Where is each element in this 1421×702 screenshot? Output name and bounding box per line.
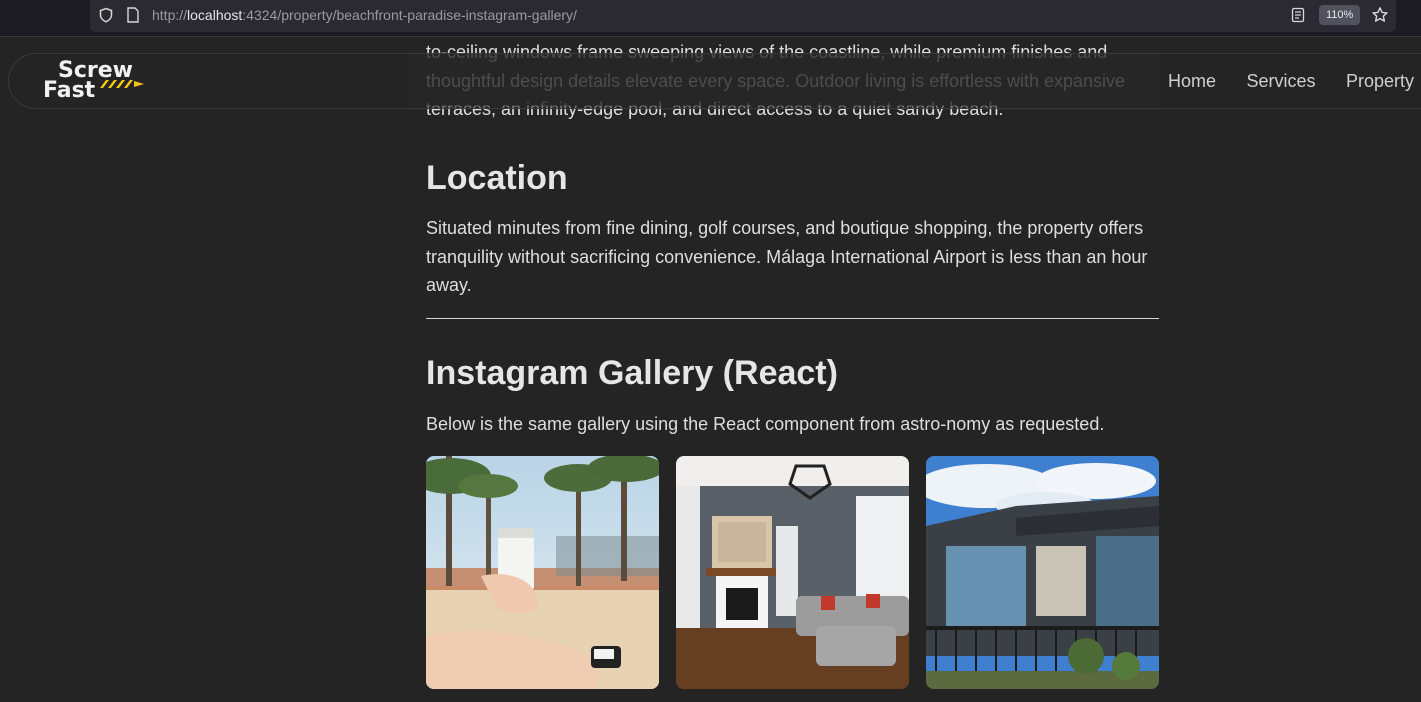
- url-prefix: http://: [152, 7, 188, 23]
- location-heading: Location: [426, 159, 568, 197]
- gallery-image-living-room[interactable]: [676, 456, 909, 689]
- url-host: localhost: [187, 7, 243, 23]
- gallery-image-beach[interactable]: [426, 456, 659, 689]
- shield-icon[interactable]: [98, 7, 114, 23]
- instagram-gallery: [426, 456, 1159, 689]
- logo-line-2: Fast: [43, 78, 96, 103]
- page-icon: [127, 7, 139, 23]
- main-nav: Home Services Property: [1168, 70, 1421, 92]
- nav-property[interactable]: Property: [1346, 70, 1414, 92]
- divider: [426, 318, 1159, 319]
- zoom-level-badge[interactable]: 110%: [1319, 5, 1361, 25]
- nav-services[interactable]: Services: [1246, 70, 1315, 92]
- nav-home[interactable]: Home: [1168, 70, 1216, 92]
- url-text[interactable]: http://localhost:4324/property/beachfron…: [152, 7, 577, 23]
- navbar-backdrop: [410, 54, 1160, 106]
- site-logo[interactable]: Screw Fast: [43, 60, 153, 104]
- address-bar[interactable]: http://localhost:4324/property/beachfron…: [90, 0, 1396, 32]
- logo-dashes-icon: [100, 80, 144, 88]
- gallery-heading: Instagram Gallery (React): [426, 354, 838, 392]
- url-path: :4324/property/beachfront-paradise-insta…: [242, 7, 577, 23]
- gallery-description: Below is the same gallery using the Reac…: [426, 414, 1105, 434]
- gallery-image-house-exterior[interactable]: [926, 456, 1159, 689]
- location-paragraph: Situated minutes from fine dining, golf …: [426, 218, 1148, 295]
- reader-view-icon[interactable]: [1290, 7, 1306, 23]
- bookmark-star-icon[interactable]: [1371, 6, 1389, 24]
